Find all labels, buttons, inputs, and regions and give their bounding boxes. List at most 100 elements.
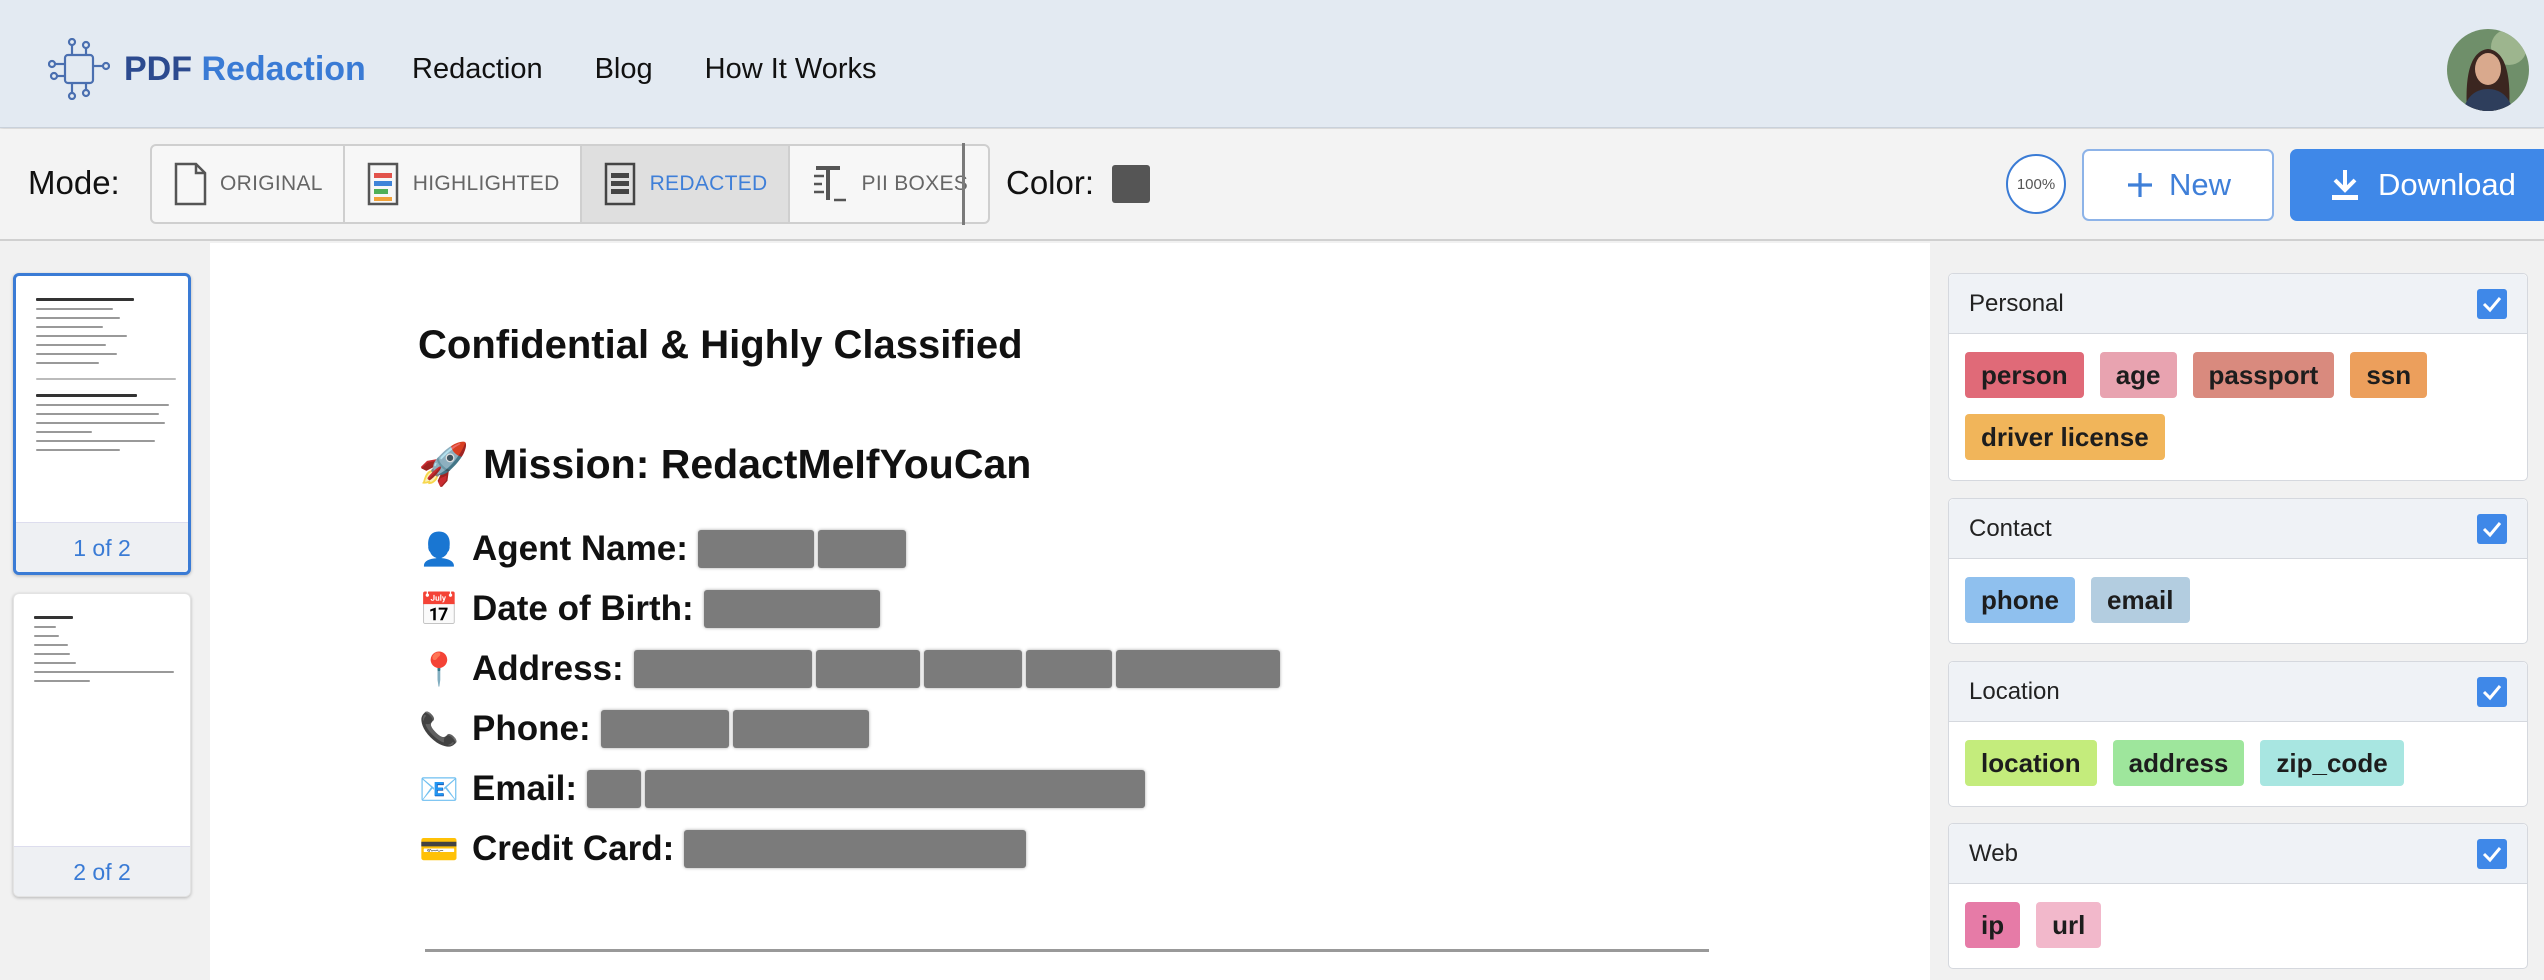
page-thumbnail-1[interactable]: 1 of 2 <box>13 273 191 575</box>
phone-icon: 📞 <box>419 711 459 747</box>
brand-part-2: Redaction <box>201 50 366 88</box>
field-label: Credit Card: <box>472 829 675 868</box>
mode-highlighted-label: HIGHLIGHTED <box>412 172 560 195</box>
category-chips: location address zip_code <box>1949 722 2527 796</box>
user-avatar[interactable] <box>2447 29 2529 111</box>
redaction-boxes[interactable] <box>600 710 869 748</box>
nav-link-how-it-works[interactable]: How It Works <box>705 48 877 90</box>
avatar-image <box>2447 29 2529 111</box>
redaction-boxes[interactable] <box>633 650 1280 688</box>
chip-zip-code[interactable]: zip_code <box>2260 740 2404 786</box>
mode-pii-boxes-button[interactable]: PII BOXES <box>790 146 989 222</box>
category-checkbox[interactable] <box>2477 838 2507 869</box>
mode-toolbar: Mode: ORIGINAL HIGHLIGHTED REDACTED PII … <box>0 129 2544 241</box>
thumbnail-preview-1 <box>36 298 176 458</box>
redaction-boxes[interactable] <box>587 770 1146 808</box>
text-box-icon <box>813 166 846 202</box>
nav-link-redaction[interactable]: Redaction <box>412 48 543 90</box>
document-icon <box>174 162 207 206</box>
category-header: Web <box>1949 824 2527 884</box>
person-icon: 👤 <box>419 531 459 567</box>
email-icon: 📧 <box>419 771 459 807</box>
chip-passport[interactable]: passport <box>2192 352 2335 398</box>
redaction-boxes[interactable] <box>684 830 1027 868</box>
chip-ssn[interactable]: ssn <box>2350 352 2428 398</box>
chip-ip[interactable]: ip <box>1965 902 2021 948</box>
chip-person[interactable]: person <box>1965 352 2084 398</box>
redacted-document-icon <box>604 162 635 206</box>
chip-address[interactable]: address <box>2112 740 2245 786</box>
mode-label: Mode: <box>28 164 120 201</box>
chip-email[interactable]: email <box>2091 577 2190 623</box>
redaction-color-swatch[interactable] <box>1112 165 1150 203</box>
mode-highlighted-button[interactable]: HIGHLIGHTED <box>345 146 582 222</box>
brand-title[interactable]: PDF Redaction <box>124 48 366 90</box>
credit-card-icon: 💳 <box>419 831 459 867</box>
download-button[interactable]: Download <box>2290 149 2544 221</box>
document-title: Confidential & Highly Classified <box>418 323 1023 367</box>
field-date-of-birth: 📅 Date of Birth: <box>418 585 880 633</box>
pin-icon: 📍 <box>419 651 459 687</box>
page-label-2: 2 of 2 <box>14 846 190 896</box>
redaction-boxes[interactable] <box>697 530 906 568</box>
field-address: 📍 Address: <box>418 645 1280 693</box>
field-label: Date of Birth: <box>472 589 694 628</box>
thumbnail-preview-2 <box>34 616 174 689</box>
zoom-indicator[interactable]: 100% <box>2006 154 2066 214</box>
category-title: Web <box>1969 839 2018 867</box>
pii-category-panel: Personal person age passport ssn driver … <box>1930 243 2544 980</box>
mode-redacted-label: REDACTED <box>649 172 768 195</box>
category-checkbox[interactable] <box>2477 513 2507 544</box>
field-label: Address: <box>472 649 624 688</box>
field-agent-name: 👤 Agent Name: <box>418 525 906 573</box>
mode-original-label: ORIGINAL <box>220 172 323 195</box>
category-header: Contact <box>1949 499 2527 559</box>
checkmark-icon <box>2482 521 2502 537</box>
chip-phone[interactable]: phone <box>1965 577 2075 623</box>
mode-pii-boxes-label: PII BOXES <box>861 172 969 195</box>
field-label: Phone: <box>472 709 591 748</box>
document-viewer: Confidential & Highly Classified 🚀 Missi… <box>210 243 1930 980</box>
chip-age[interactable]: age <box>2099 352 2177 398</box>
page-thumbnail-2[interactable]: 2 of 2 <box>13 593 191 897</box>
chip-location[interactable]: location <box>1965 740 2097 786</box>
checkmark-icon <box>2482 846 2502 862</box>
field-label: Email: <box>472 769 578 808</box>
circuit-logo-icon[interactable] <box>48 38 110 100</box>
zoom-value: 100% <box>2016 175 2056 193</box>
category-contact: Contact phone email <box>1948 498 2528 644</box>
checkmark-icon <box>2482 296 2502 312</box>
chip-url[interactable]: url <box>2036 902 2102 948</box>
category-checkbox[interactable] <box>2477 288 2507 319</box>
nav-link-blog[interactable]: Blog <box>595 48 653 90</box>
category-checkbox[interactable] <box>2477 676 2507 707</box>
mode-redacted-button[interactable]: REDACTED <box>581 146 790 222</box>
mission-text: Mission: RedactMeIfYouCan <box>483 441 1032 487</box>
category-chips: phone email <box>1949 559 2527 633</box>
highlighted-document-icon <box>367 162 399 206</box>
category-chips: person age passport ssn driver license <box>1949 334 2527 470</box>
toolbar-divider <box>962 143 965 225</box>
mode-original-button[interactable]: ORIGINAL <box>152 146 345 222</box>
field-credit-card: 💳 Credit Card: <box>418 825 1027 873</box>
chip-driver-license[interactable]: driver license <box>1965 414 2165 460</box>
new-button-label: New <box>2168 167 2231 202</box>
download-icon <box>2332 170 2358 200</box>
category-header: Personal <box>1949 274 2527 334</box>
new-button[interactable]: New <box>2082 149 2274 221</box>
app-header: PDF Redaction Redaction Blog How It Work… <box>0 0 2544 128</box>
category-title: Personal <box>1969 289 2064 317</box>
field-label: Agent Name: <box>472 529 688 568</box>
category-location: Location location address zip_code <box>1948 661 2528 807</box>
redaction-boxes[interactable] <box>703 590 880 628</box>
horizontal-rule <box>425 949 1709 952</box>
checkmark-icon <box>2482 684 2502 700</box>
category-chips: ip url <box>1949 884 2527 958</box>
main-nav: Redaction Blog How It Works <box>412 48 877 90</box>
download-button-label: Download <box>2378 167 2516 202</box>
page-thumbnails-sidebar: 1 of 2 2 of 2 <box>0 243 210 980</box>
category-personal: Personal person age passport ssn driver … <box>1948 273 2528 481</box>
category-header: Location <box>1949 662 2527 722</box>
field-phone: 📞 Phone: <box>418 705 869 753</box>
field-email: 📧 Email: <box>418 765 1146 813</box>
